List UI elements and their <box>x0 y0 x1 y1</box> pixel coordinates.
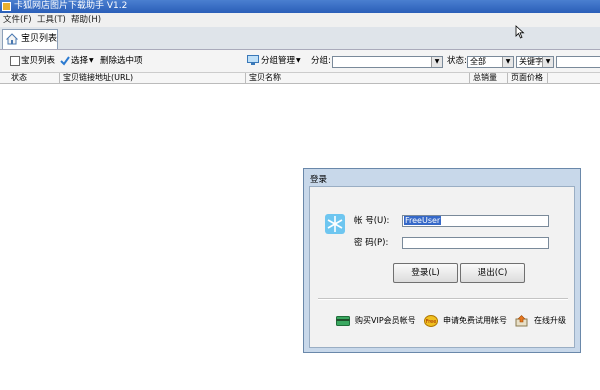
account-label: 帐 号(U): <box>354 216 390 226</box>
chevron-down-icon: ▼ <box>89 57 94 64</box>
title-bar: 卡狐网店图片下载助手 V1.2 <box>0 0 600 13</box>
grid-header: 状态 宝贝链接地址(URL) 宝贝名称 总销量 页面价格 <box>0 73 600 84</box>
menu-tools[interactable]: 工具(T) <box>37 13 66 27</box>
window-title: 卡狐网店图片下载助手 V1.2 <box>14 1 128 11</box>
column-header-sales[interactable]: 总销量 <box>470 73 508 83</box>
svg-text:Free: Free <box>426 319 437 325</box>
account-value: FreeUser <box>404 216 442 225</box>
home-icon <box>6 33 18 45</box>
free-trial-label: 申请免费试用帐号 <box>443 316 507 325</box>
delete-selected-button[interactable]: 删除选中项 <box>100 50 143 72</box>
password-label: 密 码(P): <box>354 238 389 248</box>
column-header-name[interactable]: 宝贝名称 <box>246 73 470 83</box>
search-input[interactable] <box>556 56 600 68</box>
tab-strip: 宝贝列表 <box>0 27 600 50</box>
select-dropdown-button[interactable]: 选择 <box>71 50 88 72</box>
group-label: 分组: <box>311 56 331 66</box>
status-label: 状态: <box>447 56 467 66</box>
snowflake-logo-icon <box>325 214 345 234</box>
check-icon <box>60 56 70 66</box>
chevron-down-icon: ▼ <box>431 57 442 67</box>
column-header-url[interactable]: 宝贝链接地址(URL) <box>60 73 246 83</box>
keyword-select-value: 关键字 <box>519 57 543 66</box>
keyword-select[interactable]: 关键字 ▼ <box>516 56 554 68</box>
status-select[interactable]: 全部 ▼ <box>467 56 514 68</box>
exit-button[interactable]: 退出(C) <box>460 263 525 283</box>
app-icon <box>2 2 11 11</box>
status-select-value: 全部 <box>470 57 486 66</box>
chevron-down-icon: ▼ <box>502 57 513 67</box>
select-all-label: 宝贝列表 <box>21 56 56 66</box>
account-input[interactable]: FreeUser <box>402 215 549 227</box>
chevron-down-icon: ▼ <box>542 57 553 67</box>
group-manage-button[interactable]: 分组管理 <box>261 50 295 72</box>
column-header-price[interactable]: 页面价格 <box>508 73 548 83</box>
menu-bar: 文件(F) 工具(T) 帮助(H) <box>0 13 600 27</box>
card-icon <box>336 316 350 326</box>
dialog-title: 登录 <box>310 175 328 185</box>
login-button[interactable]: 登录(L) <box>393 263 458 283</box>
dialog-body: 帐 号(U): FreeUser 密 码(P): 登录(L) 退出(C) 购买V… <box>309 186 575 348</box>
buy-vip-label: 购买VIP会员帐号 <box>355 316 416 325</box>
cursor-icon <box>515 25 525 39</box>
menu-file[interactable]: 文件(F) <box>3 13 32 27</box>
group-select[interactable]: ▼ <box>332 56 443 68</box>
tab-label: 宝贝列表 <box>21 34 58 44</box>
tab-item-list[interactable]: 宝贝列表 <box>2 29 58 49</box>
toolbar: 宝贝列表 选择 ▼ 删除选中项 分组管理 ▼ 分组: ▼ 状态: 全部 ▼ 关键… <box>0 50 600 73</box>
gift-icon: Free <box>424 315 438 327</box>
menu-help[interactable]: 帮助(H) <box>71 13 101 27</box>
divider <box>318 298 568 300</box>
login-dialog: 登录 帐 号(U): FreeUser 密 码(P): 登录(L) 退出(C) <box>303 168 581 353</box>
password-input[interactable] <box>402 237 549 249</box>
chevron-down-icon: ▼ <box>296 57 301 64</box>
column-header-status[interactable]: 状态 <box>8 73 60 83</box>
monitor-icon <box>247 55 259 65</box>
upgrade-icon <box>515 315 528 327</box>
select-all-checkbox[interactable] <box>10 56 20 66</box>
online-upgrade-label: 在线升级 <box>534 316 566 325</box>
